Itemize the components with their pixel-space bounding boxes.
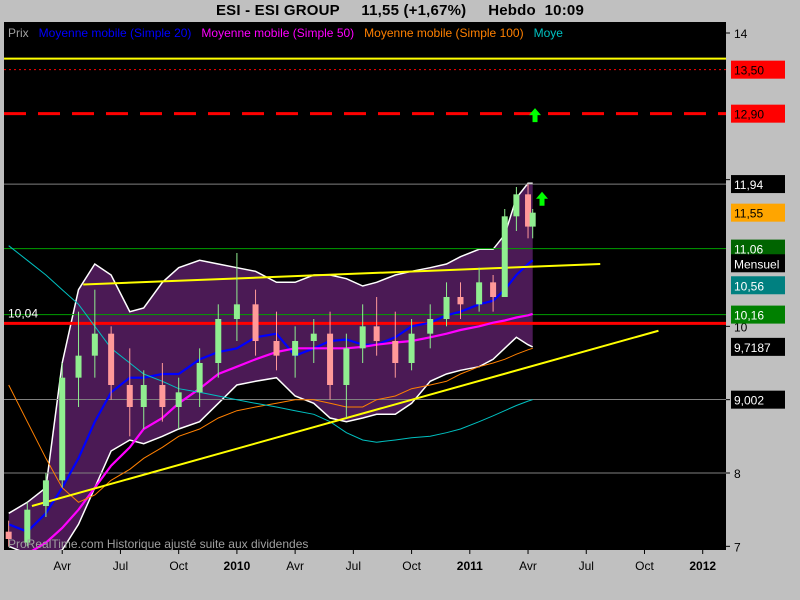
price-chart[interactable]: Prix Moyenne mobile (Simple 20) Moyenne mo… <box>0 0 800 600</box>
chart-window: ESI - ESI GROUP 11,55 (+1,67%) Hebdo 10:… <box>0 0 800 600</box>
candle-body <box>490 282 497 297</box>
x-tick-label: Oct <box>635 559 654 573</box>
candle-3 <box>59 363 66 488</box>
price-label-1: 12,90 <box>731 104 785 123</box>
candle-body <box>359 326 366 349</box>
candle-29 <box>501 209 508 297</box>
candle-body <box>327 333 334 385</box>
price-label-7: 10,16 <box>731 305 785 324</box>
candle-body <box>443 297 450 319</box>
candle-body <box>196 363 203 393</box>
x-tick-label: Avr <box>53 559 71 573</box>
y-tick-label: 8 <box>734 467 741 481</box>
x-tick-label: 2011 <box>457 559 483 573</box>
candle-body <box>273 341 280 356</box>
candle-body <box>91 333 98 356</box>
legend-item[interactable]: Moye <box>534 26 564 40</box>
price-label-text: 10,16 <box>734 309 764 323</box>
candle-body <box>108 333 115 385</box>
legend-item[interactable]: Prix <box>8 26 29 40</box>
candle-body <box>408 333 415 363</box>
watermark: ProRealTime.com Historique ajusté suite … <box>8 537 308 551</box>
candle-body <box>175 392 182 407</box>
legend-item[interactable]: Moyenne mobile (Simple 50) <box>201 26 354 40</box>
candle-body <box>373 326 380 341</box>
x-tick-label: Jul <box>579 559 594 573</box>
price-label-3: 11,55 <box>731 203 785 222</box>
price-label-text: Mensuel <box>734 257 779 271</box>
x-tick-label: Oct <box>402 559 421 573</box>
price-label-text: 11,55 <box>734 207 763 221</box>
x-tick-label: Oct <box>169 559 188 573</box>
candle-body <box>476 282 483 305</box>
y-tick-label: 7 <box>734 540 741 554</box>
candle-body <box>233 304 240 319</box>
x-tick-label: Jul <box>346 559 361 573</box>
candle-body <box>392 341 399 363</box>
x-tick-label: Avr <box>286 559 304 573</box>
candle-body <box>215 319 222 363</box>
price-label-9: 9,002 <box>731 390 785 409</box>
candle-body <box>501 216 508 297</box>
candle-body <box>529 212 536 227</box>
candle-body <box>42 480 49 506</box>
price-label-2: 11,94 <box>731 175 785 194</box>
candle-body <box>310 333 317 341</box>
candle-body <box>343 348 350 385</box>
x-tick-label: Jul <box>113 559 128 573</box>
price-label-text: 9,7187 <box>734 341 771 355</box>
candle-body <box>75 355 82 378</box>
price-label-text: 9,002 <box>734 394 764 408</box>
price-label-8: 9,7187 <box>731 337 785 356</box>
candle-body <box>126 385 133 407</box>
price-label-text: 13,50 <box>734 64 764 78</box>
x-tick-label: Avr <box>519 559 537 573</box>
candle-body <box>159 385 166 407</box>
price-label-5: Mensuel <box>731 254 785 273</box>
level-label: 10,04 <box>8 306 38 320</box>
price-label-text: 10,56 <box>734 279 764 293</box>
legend-item[interactable]: Moyenne mobile (Simple 100) <box>364 26 523 40</box>
candle-body <box>140 385 147 407</box>
legend-item[interactable]: Moyenne mobile (Simple 20) <box>39 26 192 40</box>
candle-body <box>252 304 259 341</box>
legend: Prix Moyenne mobile (Simple 20) Moyenne mo… <box>8 26 563 40</box>
price-label-text: 11,94 <box>734 178 763 192</box>
price-label-6: 10,56 <box>731 276 785 295</box>
x-tick-label: 2010 <box>224 559 251 573</box>
candle-body <box>513 194 520 217</box>
candle-body <box>457 297 464 305</box>
price-label-0: 13,50 <box>731 60 785 79</box>
price-label-text: 12,90 <box>734 108 764 122</box>
candle-body <box>292 341 299 356</box>
candle-body <box>59 377 66 481</box>
candle-body <box>427 319 434 334</box>
y-tick-label: 14 <box>734 27 748 41</box>
x-tick-label: 2012 <box>689 559 716 573</box>
